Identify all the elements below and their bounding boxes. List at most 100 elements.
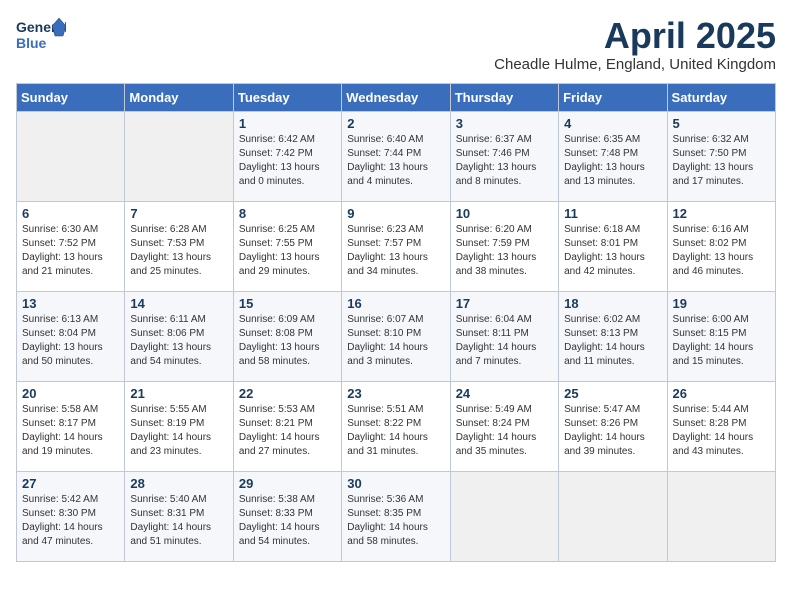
calendar-cell: 19 Sunrise: 6:00 AM Sunset: 8:15 PM Dayli… [667,291,775,381]
header-saturday: Saturday [667,83,775,111]
calendar-cell [450,471,558,561]
calendar-cell [125,111,233,201]
calendar-cell: 9Sunrise: 6:23 AM Sunset: 7:57 PM Daylig… [342,201,450,291]
day-info: Sunrise: 6:30 AM Sunset: 7:52 PM Dayligh… [22,223,119,279]
header-thursday: Thursday [450,83,558,111]
calendar-week-4: 20 Sunrise: 5:58 AM Sunset: 8:17 PM Dayli… [17,381,776,471]
calendar-cell: 24 Sunrise: 5:49 AM Sunset: 8:24 PM Dayli… [450,381,558,471]
day-info: Sunrise: 5:53 AM Sunset: 8:21 PM Dayligh… [239,403,336,459]
calendar-cell: 13Sunrise: 6:13 AM Sunset: 8:04 PM Dayli… [17,291,125,381]
calendar-cell: 8Sunrise: 6:25 AM Sunset: 7:55 PM Daylig… [233,201,341,291]
calendar-cell: 27 Sunrise: 5:42 AM Sunset: 8:30 PM Dayli… [17,471,125,561]
day-number: 15 [239,296,336,311]
calendar-cell: 7 Sunrise: 6:28 AM Sunset: 7:53 PM Daylig… [125,201,233,291]
day-info: Sunrise: 5:36 AM Sunset: 8:35 PM Dayligh… [347,493,444,549]
calendar-cell: 21 Sunrise: 5:55 AM Sunset: 8:19 PM Dayli… [125,381,233,471]
day-info: Sunrise: 6:16 AM Sunset: 8:02 PM Dayligh… [673,223,770,279]
page-header: General Blue April 2025 Cheadle Hulme, E… [16,16,776,73]
logo: General Blue [16,16,66,54]
day-number: 25 [564,386,661,401]
calendar-cell: 16 Sunrise: 6:07 AM Sunset: 8:10 PM Dayli… [342,291,450,381]
month-title: April 2025 [494,16,776,56]
calendar-cell: 28 Sunrise: 5:40 AM Sunset: 8:31 PM Dayli… [125,471,233,561]
day-number: 21 [130,386,227,401]
calendar-cell [17,111,125,201]
day-info: Sunrise: 6:07 AM Sunset: 8:10 PM Dayligh… [347,313,444,369]
calendar-cell [667,471,775,561]
day-number: 2 [347,116,444,131]
day-number: 5 [673,116,770,131]
title-block: April 2025 Cheadle Hulme, England, Unite… [494,16,776,73]
day-info: Sunrise: 5:51 AM Sunset: 8:22 PM Dayligh… [347,403,444,459]
day-number: 24 [456,386,553,401]
day-info: Sunrise: 6:32 AM Sunset: 7:50 PM Dayligh… [673,133,770,189]
header-tuesday: Tuesday [233,83,341,111]
calendar-week-1: 1 Sunrise: 6:42 AM Sunset: 7:42 PM Daylig… [17,111,776,201]
calendar-cell: 3 Sunrise: 6:37 AM Sunset: 7:46 PM Daylig… [450,111,558,201]
day-info: Sunrise: 6:35 AM Sunset: 7:48 PM Dayligh… [564,133,661,189]
calendar-body: 1 Sunrise: 6:42 AM Sunset: 7:42 PM Daylig… [17,111,776,561]
day-info: Sunrise: 5:49 AM Sunset: 8:24 PM Dayligh… [456,403,553,459]
day-number: 26 [673,386,770,401]
logo-svg: General Blue [16,16,66,54]
day-info: Sunrise: 6:37 AM Sunset: 7:46 PM Dayligh… [456,133,553,189]
header-wednesday: Wednesday [342,83,450,111]
calendar-cell: 26 Sunrise: 5:44 AM Sunset: 8:28 PM Dayli… [667,381,775,471]
location: Cheadle Hulme, England, United Kingdom [494,56,776,73]
day-info: Sunrise: 5:44 AM Sunset: 8:28 PM Dayligh… [673,403,770,459]
day-info: Sunrise: 5:42 AM Sunset: 8:30 PM Dayligh… [22,493,119,549]
day-number: 28 [130,476,227,491]
day-info: Sunrise: 6:09 AM Sunset: 8:08 PM Dayligh… [239,313,336,369]
day-number: 4 [564,116,661,131]
day-info: Sunrise: 5:40 AM Sunset: 8:31 PM Dayligh… [130,493,227,549]
calendar-cell: 11Sunrise: 6:18 AM Sunset: 8:01 PM Dayli… [559,201,667,291]
day-info: Sunrise: 6:20 AM Sunset: 7:59 PM Dayligh… [456,223,553,279]
day-number: 12 [673,206,770,221]
day-number: 23 [347,386,444,401]
day-info: Sunrise: 5:55 AM Sunset: 8:19 PM Dayligh… [130,403,227,459]
day-number: 18 [564,296,661,311]
day-info: Sunrise: 6:42 AM Sunset: 7:42 PM Dayligh… [239,133,336,189]
calendar-table: Sunday Monday Tuesday Wednesday Thursday… [16,83,776,562]
calendar-cell: 18 Sunrise: 6:02 AM Sunset: 8:13 PM Dayli… [559,291,667,381]
day-number: 20 [22,386,119,401]
day-info: Sunrise: 6:13 AM Sunset: 8:04 PM Dayligh… [22,313,119,369]
day-number: 6 [22,206,119,221]
day-info: Sunrise: 5:38 AM Sunset: 8:33 PM Dayligh… [239,493,336,549]
header-sunday: Sunday [17,83,125,111]
calendar-cell: 12 Sunrise: 6:16 AM Sunset: 8:02 PM Dayli… [667,201,775,291]
calendar-cell: 2 Sunrise: 6:40 AM Sunset: 7:44 PM Daylig… [342,111,450,201]
calendar-cell: 17Sunrise: 6:04 AM Sunset: 8:11 PM Dayli… [450,291,558,381]
day-number: 10 [456,206,553,221]
calendar-cell [559,471,667,561]
day-info: Sunrise: 6:00 AM Sunset: 8:15 PM Dayligh… [673,313,770,369]
day-number: 16 [347,296,444,311]
day-info: Sunrise: 6:40 AM Sunset: 7:44 PM Dayligh… [347,133,444,189]
day-number: 8 [239,206,336,221]
calendar-cell: 25 Sunrise: 5:47 AM Sunset: 8:26 PM Dayli… [559,381,667,471]
day-number: 30 [347,476,444,491]
calendar-cell: 10 Sunrise: 6:20 AM Sunset: 7:59 PM Dayli… [450,201,558,291]
day-number: 27 [22,476,119,491]
day-number: 19 [673,296,770,311]
day-info: Sunrise: 5:47 AM Sunset: 8:26 PM Dayligh… [564,403,661,459]
header-monday: Monday [125,83,233,111]
calendar-cell: 4 Sunrise: 6:35 AM Sunset: 7:48 PM Daylig… [559,111,667,201]
calendar-cell: 14Sunrise: 6:11 AM Sunset: 8:06 PM Dayli… [125,291,233,381]
day-number: 9 [347,206,444,221]
day-number: 1 [239,116,336,131]
day-info: Sunrise: 6:11 AM Sunset: 8:06 PM Dayligh… [130,313,227,369]
calendar-week-3: 13Sunrise: 6:13 AM Sunset: 8:04 PM Dayli… [17,291,776,381]
calendar-cell: 5 Sunrise: 6:32 AM Sunset: 7:50 PM Daylig… [667,111,775,201]
day-info: Sunrise: 5:58 AM Sunset: 8:17 PM Dayligh… [22,403,119,459]
calendar-cell: 20 Sunrise: 5:58 AM Sunset: 8:17 PM Dayli… [17,381,125,471]
day-number: 7 [130,206,227,221]
day-number: 3 [456,116,553,131]
header-row: Sunday Monday Tuesday Wednesday Thursday… [17,83,776,111]
day-info: Sunrise: 6:02 AM Sunset: 8:13 PM Dayligh… [564,313,661,369]
day-info: Sunrise: 6:28 AM Sunset: 7:53 PM Dayligh… [130,223,227,279]
calendar-cell: 15 Sunrise: 6:09 AM Sunset: 8:08 PM Dayli… [233,291,341,381]
calendar-cell: 6 Sunrise: 6:30 AM Sunset: 7:52 PM Daylig… [17,201,125,291]
calendar-cell: 1 Sunrise: 6:42 AM Sunset: 7:42 PM Daylig… [233,111,341,201]
calendar-cell: 22Sunrise: 5:53 AM Sunset: 8:21 PM Dayli… [233,381,341,471]
